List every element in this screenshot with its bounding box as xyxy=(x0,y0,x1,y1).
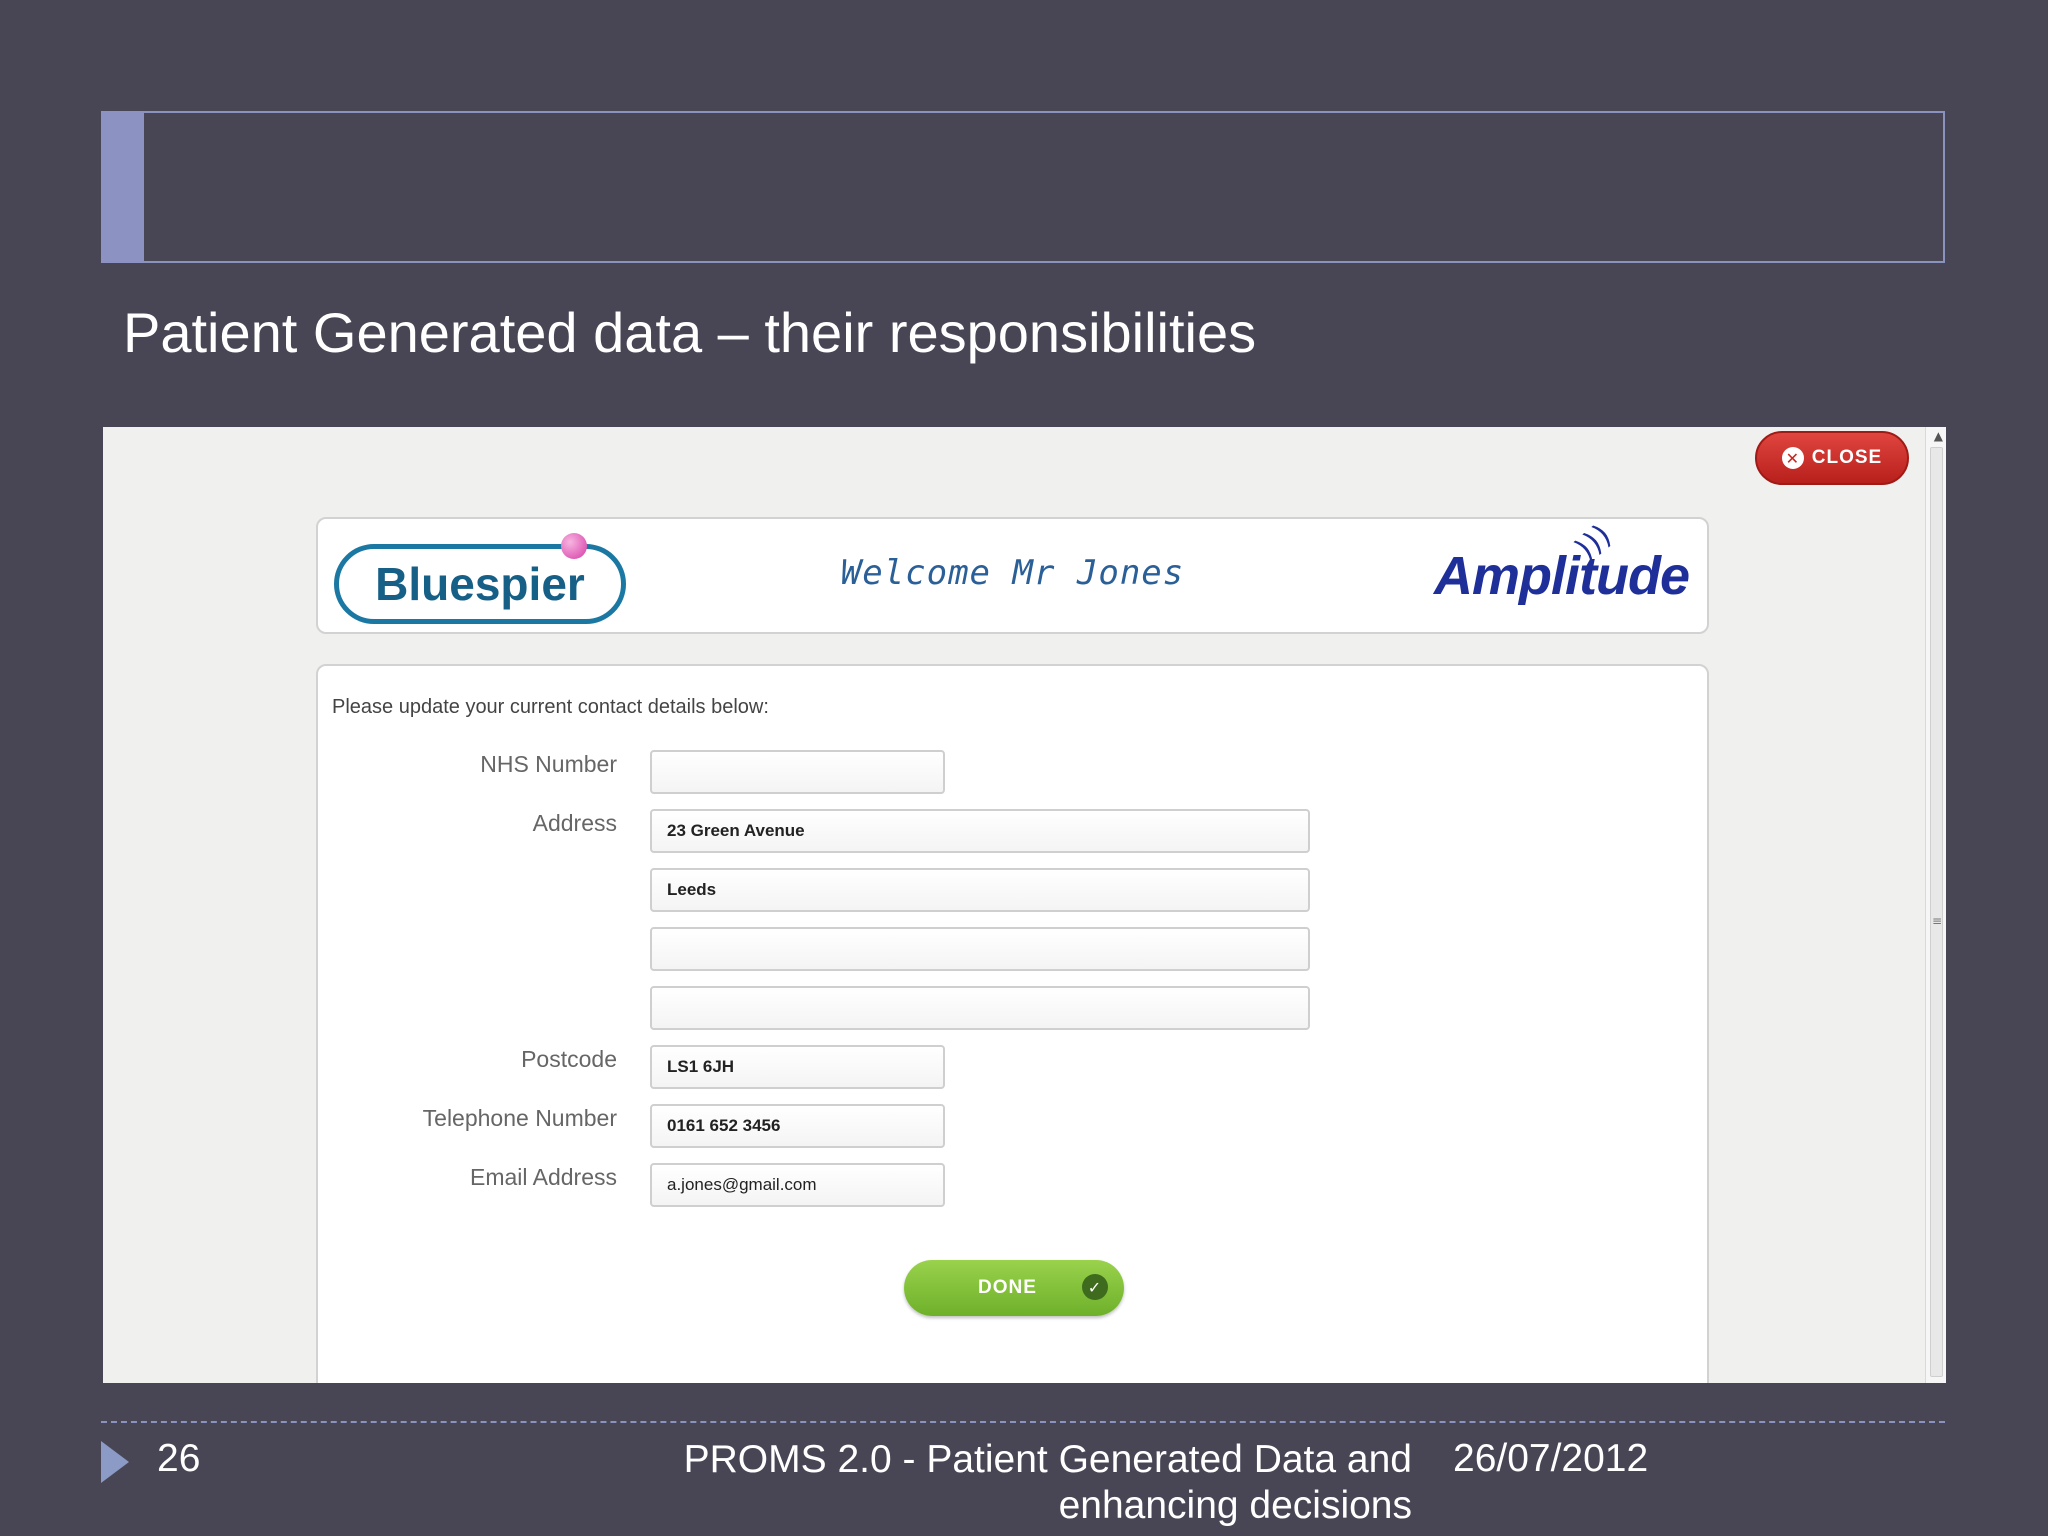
vertical-scrollbar[interactable]: ▲ ≡ xyxy=(1925,427,1946,1383)
nhs-number-input[interactable] xyxy=(650,750,945,794)
postcode-label: Postcode xyxy=(521,1046,617,1072)
footer-title: PROMS 2.0 - Patient Generated Data and e… xyxy=(652,1437,1412,1529)
scroll-grip-icon: ≡ xyxy=(1931,914,1942,928)
close-button-label: CLOSE xyxy=(1811,447,1883,468)
check-circle-icon: ✓ xyxy=(1082,1274,1108,1300)
x-circle-icon: ✕ xyxy=(1781,447,1804,469)
scroll-up-icon[interactable]: ▲ xyxy=(1934,429,1943,443)
footer-divider xyxy=(101,1421,1945,1423)
footer-title-line1: PROMS 2.0 - Patient Generated Data and xyxy=(683,1438,1412,1481)
email-input[interactable]: a.jones@gmail.com xyxy=(650,1163,945,1207)
address-line3-input[interactable] xyxy=(650,927,1310,971)
amplitude-logo: Amplitude xyxy=(1434,546,1690,606)
address-line2-input[interactable]: Leeds xyxy=(650,868,1310,912)
slide-title: Patient Generated data – their responsib… xyxy=(123,301,1257,364)
telephone-input[interactable]: 0161 652 3456 xyxy=(650,1104,945,1148)
address-line4-input[interactable] xyxy=(650,986,1310,1030)
contact-details-form: Please update your current contact detai… xyxy=(316,664,1709,1383)
page-number: 26 xyxy=(157,1437,201,1480)
header-accent xyxy=(101,111,144,263)
done-button-label: DONE xyxy=(978,1277,1037,1298)
close-button[interactable]: ✕ CLOSE xyxy=(1755,431,1909,485)
address-label: Address xyxy=(532,810,617,836)
telephone-label: Telephone Number xyxy=(422,1105,617,1131)
footer-date: 26/07/2012 xyxy=(1453,1437,1649,1480)
footer-title-line2: enhancing decisions xyxy=(1058,1484,1412,1527)
nhs-number-label: NHS Number xyxy=(480,751,617,777)
app-screenshot: ▲ ≡ ✕ CLOSE Bluespier Welcome Mr Jones )… xyxy=(103,427,1946,1383)
email-label: Email Address xyxy=(469,1164,617,1190)
scroll-thumb[interactable] xyxy=(1930,447,1943,1377)
postcode-input[interactable]: LS1 6JH xyxy=(650,1045,945,1089)
triangle-right-icon xyxy=(101,1441,129,1483)
form-instructions: Please update your current contact detai… xyxy=(332,696,769,718)
header-bar xyxy=(101,111,1945,263)
welcome-banner: Bluespier Welcome Mr Jones ))) Amplitude xyxy=(316,517,1709,634)
slide: Patient Generated data – their responsib… xyxy=(0,0,2048,1536)
address-line1-input[interactable]: 23 Green Avenue xyxy=(650,809,1310,853)
done-button[interactable]: DONE ✓ xyxy=(904,1260,1124,1316)
